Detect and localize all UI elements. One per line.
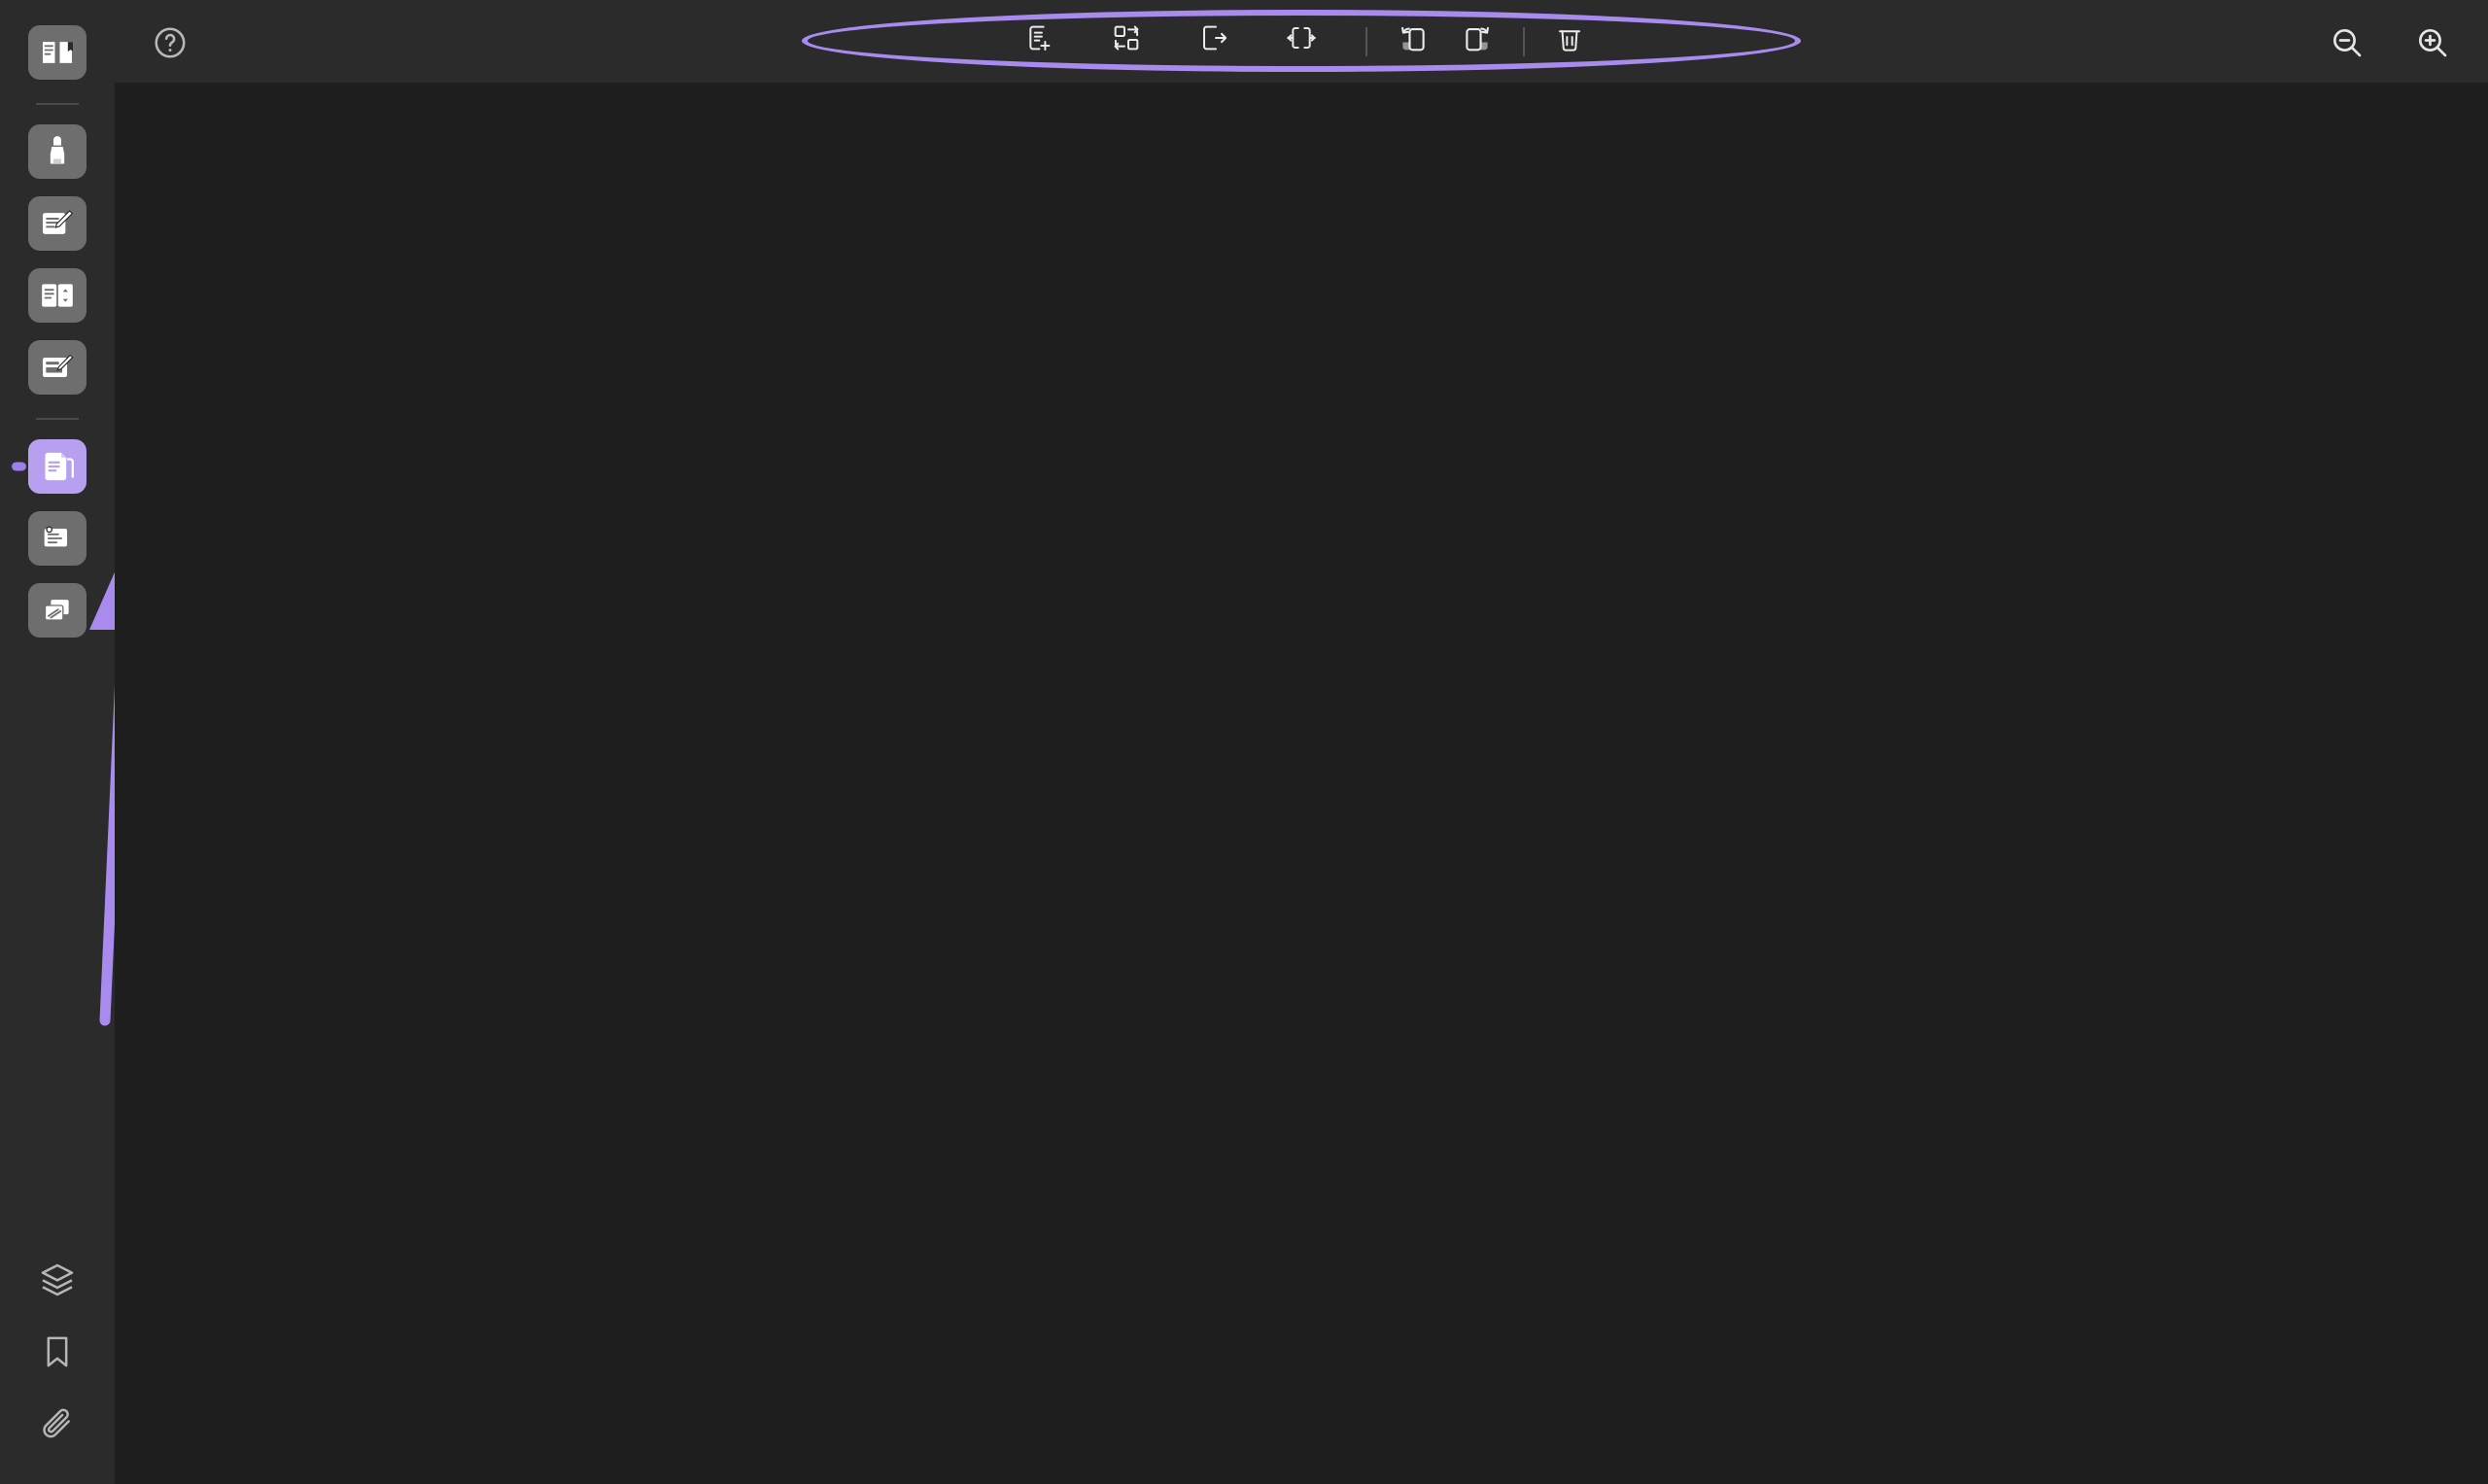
form-sign-icon [38, 348, 77, 387]
paperclip-icon [38, 1404, 77, 1443]
rotate-right-icon [1461, 22, 1494, 60]
batch-pages-icon [38, 591, 77, 630]
ocr-scan-icon [38, 519, 77, 558]
sidebar-item-batch-process[interactable] [28, 583, 86, 638]
rotate-left-icon [1397, 22, 1430, 60]
document-pencil-icon [38, 204, 77, 243]
book-reader-icon [38, 33, 77, 72]
zoom-in-icon[interactable] [2414, 24, 2451, 66]
page-tools-group [1002, 0, 1601, 83]
zoom-controls [2329, 24, 2451, 66]
delete-page-icon [1554, 23, 1585, 59]
sidebar-item-annotate[interactable] [28, 124, 86, 179]
toolbar-divider-2 [1523, 26, 1525, 56]
help-circle-icon[interactable] [152, 24, 189, 66]
rotate-right-button[interactable] [1445, 15, 1509, 68]
bookmark-icon [38, 1332, 77, 1371]
sidebar-item-attachments[interactable] [28, 1397, 86, 1451]
replace-page-icon [1111, 22, 1142, 60]
page-organize-icon [38, 447, 77, 486]
sidebar-item-reader-mode[interactable] [28, 25, 86, 80]
highlighter-icon [38, 132, 77, 171]
sidebar-item-convert-pdf[interactable] [28, 268, 86, 323]
sidebar-item-edit-pdf[interactable] [28, 196, 86, 251]
sidebar-item-bookmarks[interactable] [28, 1325, 86, 1379]
insert-button[interactable] [1002, 15, 1089, 68]
rail-divider-top [36, 103, 79, 105]
rotate-left-button[interactable] [1381, 15, 1445, 68]
document-compare-icon [38, 276, 77, 315]
active-indicator-dot [12, 462, 26, 471]
split-button[interactable] [1264, 15, 1352, 68]
sidebar-item-fill-and-sign[interactable] [28, 340, 86, 395]
top-toolbar [115, 0, 2488, 83]
split-page-icon [1286, 22, 1317, 60]
insert-page-icon [1023, 22, 1054, 60]
toolbar-divider-1 [1365, 26, 1367, 56]
page-thumbnail-grid[interactable] [115, 83, 2488, 1484]
replace-button[interactable] [1089, 15, 1177, 68]
sidebar-item-organize-pages[interactable] [12, 439, 86, 494]
left-toolbar-rail [0, 0, 115, 1484]
extract-page-icon [1198, 22, 1229, 60]
extract-button[interactable] [1177, 15, 1264, 68]
sidebar-item-layers[interactable] [28, 1253, 86, 1307]
delete-page-button[interactable] [1538, 16, 1601, 67]
rail-divider-mid [36, 418, 79, 420]
layers-icon [38, 1260, 77, 1299]
sidebar-item-ocr[interactable] [28, 511, 86, 566]
zoom-out-icon[interactable] [2329, 24, 2366, 66]
